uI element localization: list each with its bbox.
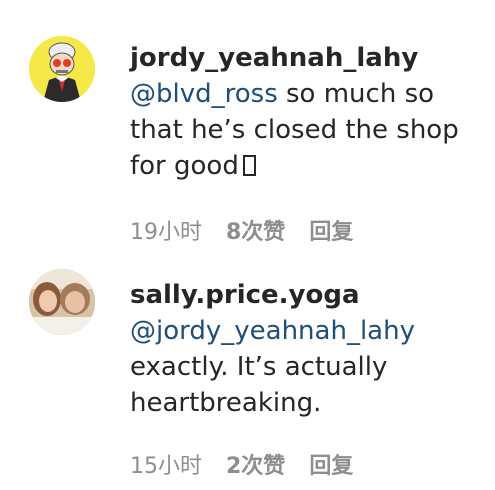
reply-button[interactable]: 回复 (309, 214, 353, 246)
comment-item: sally.price.yoga @jordy_yeahnah_lahy exa… (0, 255, 495, 490)
comment-text-body: exactly. It’s actually heartbreaking. (130, 352, 388, 418)
photo-avatar-icon (29, 269, 95, 335)
comment-body: sally.price.yoga @jordy_yeahnah_lahy exa… (130, 277, 475, 421)
comment-text: @blvd_ross so much so that he’s closed t… (130, 76, 475, 184)
username[interactable]: sally.price.yoga (130, 277, 475, 313)
timestamp: 15小时 (130, 454, 202, 479)
comment-item: jordy_yeahnah_lahy @blvd_ross so much so… (0, 0, 495, 250)
avatar[interactable] (29, 269, 95, 335)
comment-text: @jordy_yeahnah_lahy exactly. It’s actual… (130, 313, 475, 421)
mention-link[interactable]: @jordy_yeahnah_lahy (130, 316, 415, 346)
mention-link[interactable]: @blvd_ross (130, 79, 278, 109)
cartoon-face-avatar-icon (29, 36, 95, 102)
username[interactable]: jordy_yeahnah_lahy (130, 40, 475, 76)
likes-count[interactable]: 2次赞 (226, 448, 285, 480)
comment-meta: 15小时 2次赞 回复 (130, 448, 377, 480)
reply-button[interactable]: 回复 (309, 448, 353, 480)
comment-body: jordy_yeahnah_lahy @blvd_ross so much so… (130, 40, 475, 184)
comment-meta: 19小时 8次赞 回复 (130, 214, 377, 246)
likes-count[interactable]: 8次赞 (226, 214, 285, 246)
emoji-placeholder-icon (242, 155, 256, 176)
avatar[interactable] (29, 36, 95, 102)
timestamp: 19小时 (130, 220, 202, 245)
